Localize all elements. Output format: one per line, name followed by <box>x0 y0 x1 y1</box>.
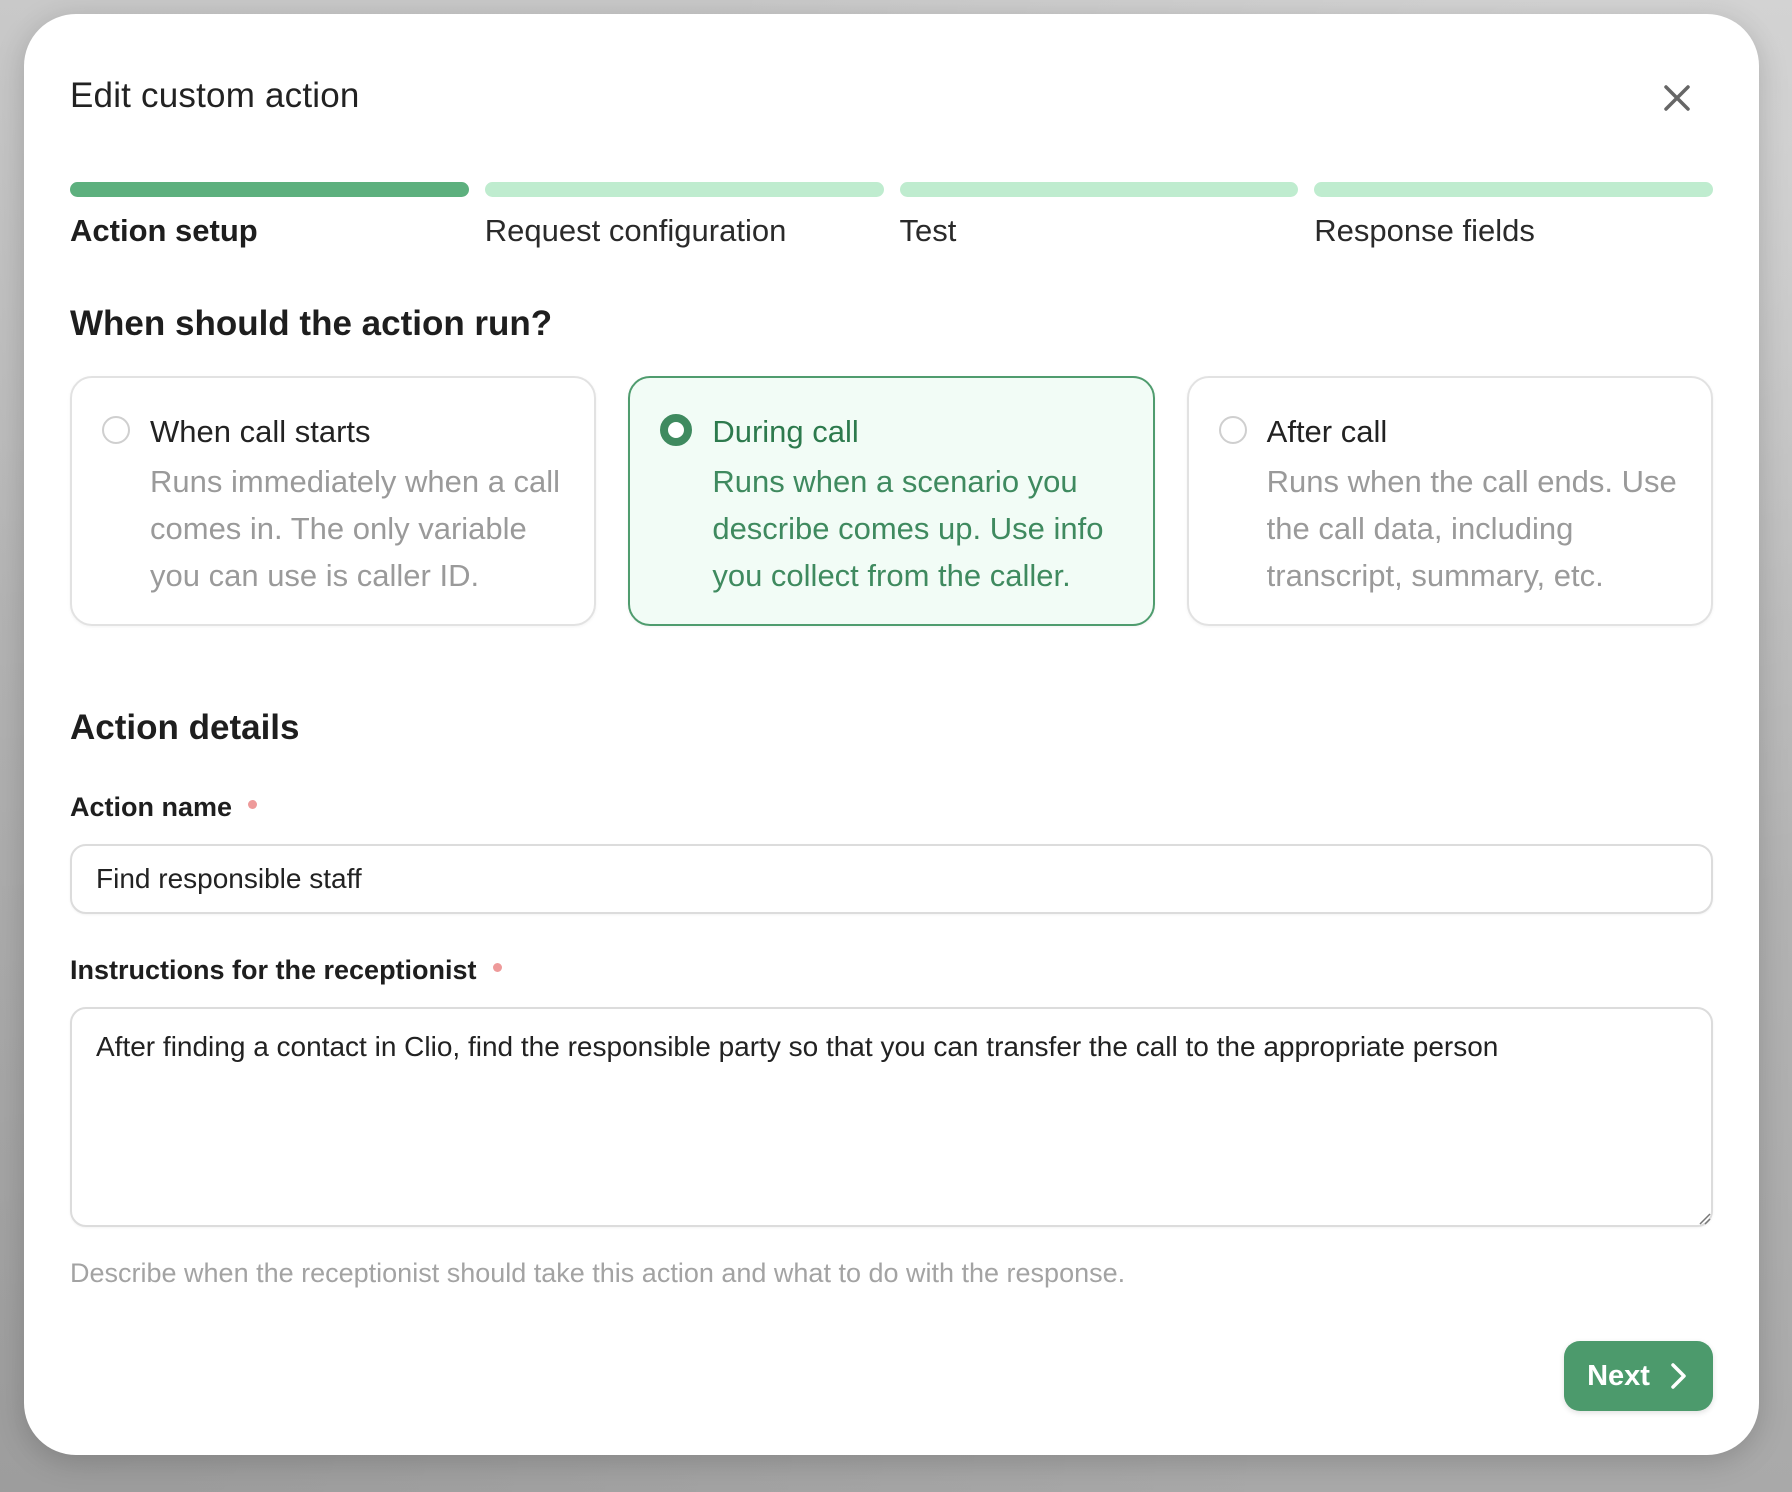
option-description: Runs when a scenario you describe comes … <box>712 464 1104 593</box>
close-icon <box>1664 85 1690 111</box>
option-title: During call <box>712 414 859 449</box>
next-button-label: Next <box>1587 1359 1650 1392</box>
step-label: Action setup <box>70 213 258 248</box>
next-button[interactable]: Next <box>1564 1341 1713 1411</box>
option-during-call[interactable]: During call Runs when a scenario you des… <box>628 376 1155 626</box>
step-action-setup[interactable]: Action setup <box>70 182 469 249</box>
step-test[interactable]: Test <box>899 182 1299 249</box>
edit-custom-action-modal: Edit custom action Action setup Request … <box>24 14 1759 1455</box>
modal-title: Edit custom action <box>70 76 360 115</box>
option-content: After call Runs when the call ends. Use … <box>1267 412 1681 624</box>
step-label: Test <box>899 213 957 248</box>
action-name-label-text: Action name <box>70 792 233 822</box>
when-heading: When should the action run? <box>70 304 553 343</box>
instructions-textarea[interactable]: After finding a contact in Clio, find th… <box>70 1007 1713 1227</box>
option-content: When call starts Runs immediately when a… <box>150 412 564 624</box>
instructions-label-text: Instructions for the receptionist <box>70 955 477 985</box>
instructions-label: Instructions for the receptionist <box>70 955 502 986</box>
step-progress-bar <box>1314 182 1713 197</box>
required-indicator <box>248 800 258 810</box>
step-label: Request configuration <box>484 213 787 248</box>
action-name-input[interactable] <box>70 844 1713 914</box>
option-after-call[interactable]: After call Runs when the call ends. Use … <box>1186 376 1713 626</box>
stepper: Action setup Request configuration Test … <box>70 182 1713 249</box>
radio-button[interactable] <box>102 416 130 444</box>
option-when-call-starts[interactable]: When call starts Runs immediately when a… <box>70 376 597 626</box>
option-description: Runs immediately when a call comes in. T… <box>150 464 561 593</box>
action-name-label: Action name <box>70 792 258 823</box>
resize-handle-icon[interactable] <box>1697 1211 1711 1225</box>
option-description: Runs when the call ends. Use the call da… <box>1266 464 1677 593</box>
step-progress-bar <box>899 182 1299 197</box>
required-indicator <box>492 963 502 973</box>
run-timing-options: When call starts Runs immediately when a… <box>70 376 1713 626</box>
step-request-configuration[interactable]: Request configuration <box>484 182 884 249</box>
instructions-helper-text: Describe when the receptionist should ta… <box>70 1258 1126 1288</box>
step-response-fields[interactable]: Response fields <box>1314 182 1713 249</box>
chevron-right-icon <box>1671 1363 1686 1389</box>
close-button[interactable] <box>1657 78 1697 118</box>
step-progress-bar <box>484 182 884 197</box>
action-details-heading: Action details <box>70 708 300 747</box>
option-title: When call starts <box>150 414 371 449</box>
step-progress-bar <box>70 182 469 197</box>
step-label: Response fields <box>1314 213 1535 248</box>
option-title: After call <box>1266 414 1388 449</box>
radio-button[interactable] <box>1218 416 1247 444</box>
radio-button-selected[interactable] <box>660 414 693 446</box>
option-content: During call Runs when a scenario you des… <box>712 412 1122 624</box>
